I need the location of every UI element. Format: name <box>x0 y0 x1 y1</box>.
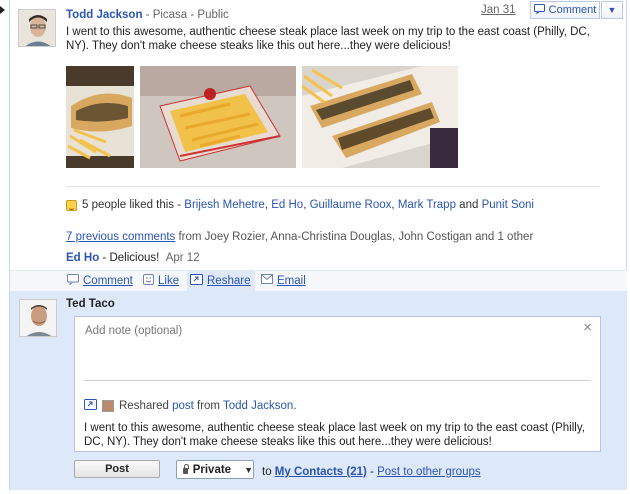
reshare-icon <box>190 274 203 288</box>
original-author-avatar <box>102 400 114 412</box>
other-groups-link[interactable]: Post to other groups <box>377 466 481 478</box>
current-user-avatar <box>19 299 57 337</box>
liker-link[interactable]: Ed Ho <box>271 199 303 211</box>
current-user-name: Ted Taco <box>66 298 115 310</box>
privacy-label: Private <box>192 463 232 476</box>
comment-date: Apr 12 <box>165 252 200 264</box>
comment-button[interactable]: Comment <box>530 1 600 19</box>
liker-link[interactable]: Brijesh Mehetre <box>184 199 265 211</box>
post-photo-3[interactable] <box>302 66 458 168</box>
comment-text: - Delicious! <box>99 252 160 264</box>
comment-icon <box>67 274 79 288</box>
action-comment-label: Comment <box>83 275 133 287</box>
post-date-link[interactable]: Jan 31 <box>481 4 516 16</box>
previous-comments-link[interactable]: 7 previous comments <box>66 231 175 243</box>
reshare-note-box: Add note (optional) × Reshared post from… <box>74 316 601 452</box>
reshare-icon <box>84 399 97 413</box>
comment-icon <box>533 3 545 17</box>
close-icon[interactable]: × <box>583 319 592 336</box>
post-button[interactable]: Post <box>74 460 160 478</box>
post-action-bar: Comment Like Reshare Email <box>10 270 627 292</box>
post-author-link[interactable]: Todd Jackson <box>66 9 142 21</box>
liker-link[interactable]: Guillaume Roox <box>310 199 392 211</box>
action-reshare-label: Reshare <box>207 275 251 287</box>
action-email[interactable]: Email <box>261 274 306 287</box>
note-input[interactable]: Add note (optional) <box>85 325 182 337</box>
original-post-link[interactable]: post <box>172 400 194 412</box>
lock-icon <box>183 464 189 474</box>
like-smiley-icon <box>66 199 77 211</box>
action-email-label: Email <box>277 274 306 287</box>
chevron-down-icon: ▼ <box>244 464 253 475</box>
expand-caret-icon[interactable] <box>0 6 5 14</box>
quoted-post-text: I went to this awesome, authentic cheese… <box>84 422 585 448</box>
liker-link[interactable]: Mark Trapp <box>398 199 456 211</box>
action-like-label: Like <box>158 275 180 287</box>
reshared-attribution: Reshared post from Todd Jackson. <box>84 399 297 413</box>
chevron-down-icon: ▼ <box>607 5 617 15</box>
post-menu-dropdown[interactable]: ▼ <box>601 1 623 19</box>
author-avatar[interactable] <box>18 9 56 47</box>
comment-item: Ed Ho - Delicious! Apr 12 <box>66 252 200 264</box>
action-reshare[interactable]: Reshare <box>190 274 250 288</box>
my-contacts-link[interactable]: My Contacts (21) <box>275 466 367 478</box>
previous-comments-rest: from Joey Rozier, Anna-Christina Douglas… <box>175 231 534 243</box>
post-meta: - Picasa - Public <box>142 9 229 21</box>
post-divider <box>66 186 600 187</box>
share-target-line: to My Contacts (21) - Post to other grou… <box>262 466 481 478</box>
privacy-select[interactable]: Private ▼ <box>176 460 254 479</box>
post-author-line: Todd Jackson - Picasa - Public <box>66 9 229 21</box>
previous-comments-line: 7 previous comments from Joey Rozier, An… <box>66 231 533 243</box>
post-photo-2[interactable] <box>140 66 296 168</box>
note-separator <box>84 380 591 381</box>
comment-author-link[interactable]: Ed Ho <box>66 252 99 264</box>
likes-line: 5 people liked this - Brijesh Mehetre, E… <box>66 199 534 211</box>
action-like[interactable]: Like <box>143 274 179 288</box>
action-comment[interactable]: Comment <box>67 274 133 288</box>
email-icon <box>261 274 273 287</box>
post-photo-1[interactable] <box>66 66 134 168</box>
comment-button-label: Comment <box>548 4 597 16</box>
like-icon <box>143 274 154 288</box>
post-body-text: I went to this awesome, authentic cheese… <box>66 26 590 52</box>
likes-prefix: 5 people liked this - <box>82 199 185 211</box>
original-author-link[interactable]: Todd Jackson <box>223 400 293 412</box>
liker-link[interactable]: Punit Soni <box>482 199 534 211</box>
